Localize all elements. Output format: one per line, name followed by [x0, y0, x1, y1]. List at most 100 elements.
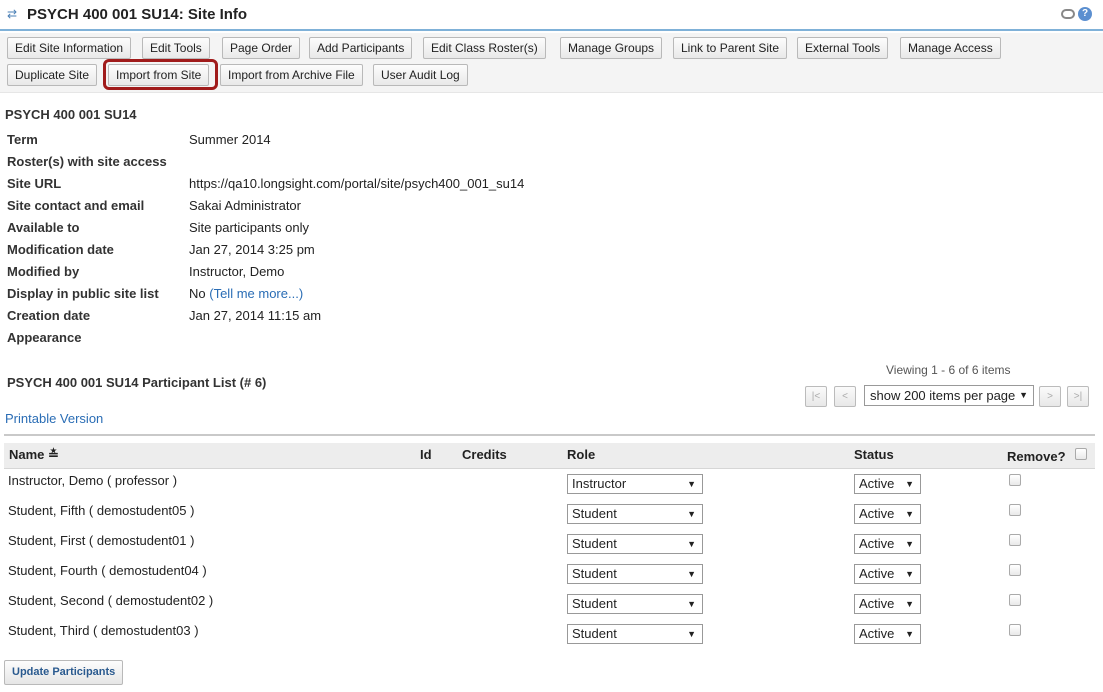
site-contact-value: Sakai Administrator — [189, 198, 301, 213]
user-audit-log-button[interactable]: User Audit Log — [373, 64, 468, 86]
participant-list-title: PSYCH 400 001 SU14 Participant List (# 6… — [7, 375, 267, 390]
column-remove: Remove? — [1007, 449, 1066, 464]
status-select[interactable]: Active ▼ — [854, 594, 921, 614]
chevron-down-icon: ▼ — [1019, 390, 1028, 400]
page-title: PSYCH 400 001 SU14: Site Info — [27, 6, 248, 23]
manage-groups-button[interactable]: Manage Groups — [560, 37, 663, 59]
remove-checkbox[interactable] — [1009, 594, 1021, 606]
manage-access-button[interactable]: Manage Access — [900, 37, 1001, 59]
status-value: Active — [859, 536, 895, 551]
chevron-down-icon: ▼ — [687, 509, 696, 519]
import-from-archive-button[interactable]: Import from Archive File — [220, 64, 363, 86]
participant-name: Student, Second ( demostudent02 ) — [8, 593, 214, 608]
remove-all-checkbox[interactable] — [1075, 448, 1087, 460]
column-status: Status — [854, 447, 894, 462]
role-select[interactable]: Student ▼ — [567, 564, 703, 584]
rosters-label: Roster(s) with site access — [7, 154, 167, 169]
chevron-down-icon: ▼ — [687, 569, 696, 579]
column-id: Id — [420, 447, 432, 462]
available-to-value: Site participants only — [189, 220, 309, 235]
status-select[interactable]: Active ▼ — [854, 474, 921, 494]
status-select[interactable]: Active ▼ — [854, 534, 921, 554]
link-icon[interactable] — [1061, 9, 1075, 19]
site-contact-label: Site contact and email — [7, 198, 145, 213]
role-value: Student — [572, 626, 617, 641]
column-credits: Credits — [462, 447, 507, 462]
role-value: Instructor — [572, 476, 627, 491]
duplicate-site-button[interactable]: Duplicate Site — [7, 64, 98, 86]
sort-ascending-icon: ≛ — [48, 447, 59, 462]
status-select[interactable]: Active ▼ — [854, 564, 921, 584]
status-value: Active — [859, 506, 895, 521]
chevron-down-icon: ▼ — [905, 599, 914, 609]
chevron-down-icon: ▼ — [687, 479, 696, 489]
reset-icon[interactable]: ⇄ — [7, 7, 19, 21]
site-url-value: https://qa10.longsight.com/portal/site/p… — [189, 176, 525, 191]
chevron-down-icon: ▼ — [687, 539, 696, 549]
chevron-down-icon: ▼ — [905, 569, 914, 579]
page-size-value: show 200 items per page — [870, 388, 1016, 403]
term-label: Term — [7, 132, 38, 147]
term-value: Summer 2014 — [189, 132, 271, 147]
appearance-label: Appearance — [7, 330, 82, 345]
role-select[interactable]: Student ▼ — [567, 624, 703, 644]
role-value: Student — [572, 596, 617, 611]
remove-checkbox[interactable] — [1009, 534, 1021, 546]
chevron-down-icon: ▼ — [905, 509, 914, 519]
help-icon[interactable]: ? — [1078, 7, 1092, 21]
last-page-button[interactable]: >| — [1067, 386, 1089, 407]
column-role: Role — [567, 447, 596, 462]
chevron-down-icon: ▼ — [905, 539, 914, 549]
next-page-button[interactable]: > — [1039, 386, 1061, 407]
status-value: Active — [859, 566, 895, 581]
update-participants-button[interactable]: Update Participants — [4, 660, 124, 685]
role-select[interactable]: Instructor ▼ — [567, 474, 703, 494]
edit-site-information-button[interactable]: Edit Site Information — [7, 37, 132, 59]
role-value: Student — [572, 536, 617, 551]
public-list-value-text: No — [189, 286, 206, 301]
status-value: Active — [859, 626, 895, 641]
edit-class-rosters-button[interactable]: Edit Class Roster(s) — [423, 37, 546, 59]
highlight-ring — [103, 59, 218, 90]
participant-name: Student, Third ( demostudent03 ) — [8, 623, 199, 638]
printable-version-link[interactable]: Printable Version — [5, 411, 103, 426]
title-bar: ⇄ PSYCH 400 001 SU14: Site Info ? — [0, 0, 1103, 31]
status-select[interactable]: Active ▼ — [854, 624, 921, 644]
modified-by-label: Modified by — [7, 264, 80, 279]
available-to-label: Available to — [7, 220, 80, 235]
viewing-count: Viewing 1 - 6 of 6 items — [886, 363, 1011, 377]
link-to-parent-site-button[interactable]: Link to Parent Site — [673, 37, 788, 59]
remove-checkbox[interactable] — [1009, 504, 1021, 516]
chevron-down-icon: ▼ — [905, 479, 914, 489]
public-list-value: No (Tell me more...) — [189, 286, 303, 301]
role-select[interactable]: Student ▼ — [567, 504, 703, 524]
column-name[interactable]: Name ≛ — [9, 447, 59, 463]
page-size-select[interactable]: show 200 items per page ▼ — [864, 385, 1034, 406]
table-divider — [4, 434, 1095, 436]
participant-name: Student, Fifth ( demostudent05 ) — [8, 503, 195, 518]
participant-name: Instructor, Demo ( professor ) — [8, 473, 178, 488]
remove-checkbox[interactable] — [1009, 474, 1021, 486]
tell-me-more-link[interactable]: (Tell me more...) — [209, 286, 303, 301]
add-participants-button[interactable]: Add Participants — [309, 37, 413, 59]
site-url-label: Site URL — [7, 176, 62, 191]
previous-page-button[interactable]: < — [834, 386, 856, 407]
chevron-down-icon: ▼ — [687, 629, 696, 639]
page-order-button[interactable]: Page Order — [222, 37, 301, 59]
creation-date-value: Jan 27, 2014 11:15 am — [189, 308, 322, 323]
chevron-down-icon: ▼ — [905, 629, 914, 639]
role-select[interactable]: Student ▼ — [567, 534, 703, 554]
first-page-button[interactable]: |< — [805, 386, 827, 407]
participant-name: Student, Fourth ( demostudent04 ) — [8, 563, 207, 578]
creation-date-label: Creation date — [7, 308, 91, 323]
public-list-label: Display in public site list — [7, 286, 159, 301]
modification-date-value: Jan 27, 2014 3:25 pm — [189, 242, 315, 257]
role-select[interactable]: Student ▼ — [567, 594, 703, 614]
edit-tools-button[interactable]: Edit Tools — [142, 37, 210, 59]
status-select[interactable]: Active ▼ — [854, 504, 921, 524]
column-name-label: Name — [9, 447, 45, 462]
remove-checkbox[interactable] — [1009, 624, 1021, 636]
external-tools-button[interactable]: External Tools — [797, 37, 889, 59]
remove-checkbox[interactable] — [1009, 564, 1021, 576]
table-header: Name ≛ Id Credits Role Status Remove? — [4, 443, 1095, 469]
